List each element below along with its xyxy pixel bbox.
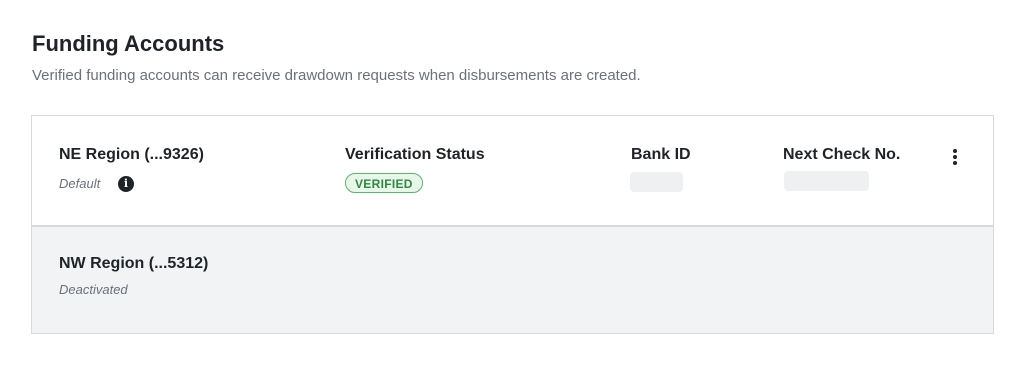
account-row-ne-region[interactable]: NE Region (...9326) Default i Verificati… [32, 116, 993, 226]
next-check-label: Next Check No. [783, 146, 901, 163]
info-icon[interactable]: i [118, 176, 134, 192]
account-row-nw-region[interactable]: NW Region (...5312) Deactivated [32, 227, 993, 333]
bank-id-label: Bank ID [631, 146, 691, 163]
next-check-value-placeholder [784, 171, 869, 191]
account-name: NW Region (...5312) [59, 255, 209, 272]
bank-id-value-placeholder [630, 172, 683, 192]
more-vertical-icon[interactable] [947, 147, 963, 167]
funding-accounts-page: Funding Accounts Verified funding accoun… [0, 0, 1024, 368]
account-deactivated-label: Deactivated [59, 282, 128, 297]
page-title: Funding Accounts [32, 31, 225, 56]
account-default-label: Default [59, 176, 101, 191]
status-badge: VERIFIED [345, 173, 423, 193]
accounts-card: NE Region (...9326) Default i Verificati… [31, 115, 994, 334]
page-subtitle: Verified funding accounts can receive dr… [32, 67, 641, 84]
verification-status-label: Verification Status [345, 146, 485, 163]
account-name: NE Region (...9326) [59, 146, 204, 163]
